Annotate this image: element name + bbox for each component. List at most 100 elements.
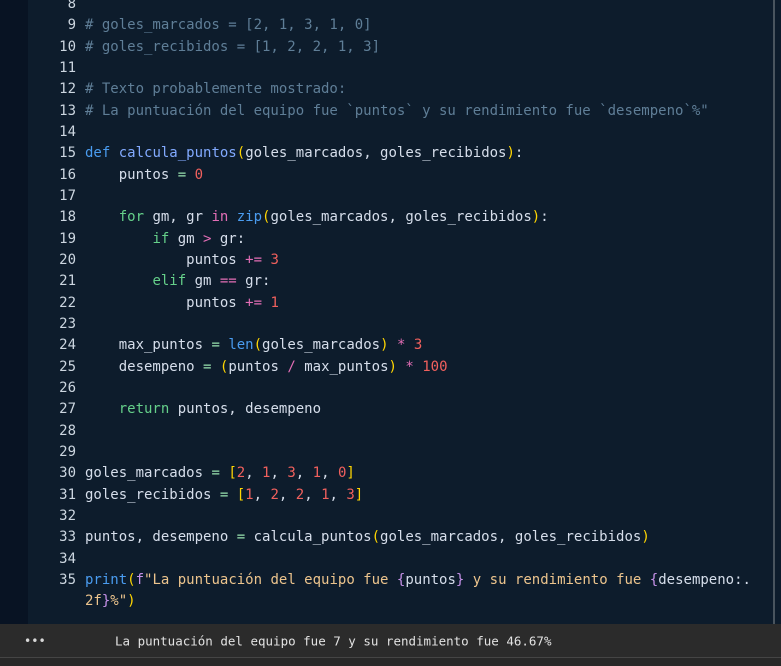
code-token: goles_marcados: [262, 337, 381, 354]
line-number: 17: [59, 187, 76, 204]
code-line[interactable]: 32: [0, 506, 781, 527]
code-line-content: puntos += 1: [85, 293, 279, 314]
code-line[interactable]: 29: [0, 442, 781, 463]
code-line[interactable]: 21 elif gm == gr:: [0, 271, 781, 292]
code-token: max_puntos: [295, 358, 389, 375]
code-token: in: [211, 209, 229, 226]
code-token: len: [228, 337, 254, 354]
code-token: :.: [734, 571, 751, 588]
code-token: ): [641, 529, 650, 546]
code-line[interactable]: 30 goles_marcados = [2, 1, 3, 1, 0]: [0, 463, 781, 484]
line-number: 28: [59, 422, 76, 439]
code-line[interactable]: 34: [0, 549, 781, 570]
output-options-ellipsis-icon[interactable]: •••: [24, 634, 46, 648]
code-token: ,: [278, 486, 296, 503]
code-line[interactable]: 15 def calcula_puntos(goles_marcados, gol…: [0, 143, 781, 164]
code-line[interactable]: 20 puntos += 3: [0, 250, 781, 271]
code-line[interactable]: 27 return puntos, desempeno: [0, 399, 781, 420]
code-token: goles_marcados: [85, 465, 212, 482]
code-token: [: [236, 486, 246, 503]
code-token: gm: [186, 273, 220, 290]
code-token: calcula_puntos: [245, 529, 372, 546]
code-token: =: [211, 337, 220, 354]
code-line[interactable]: 10 # goles_recibidos = [1, 2, 2, 1, 3]: [0, 37, 781, 58]
code-token: *: [405, 358, 414, 375]
line-number: 15: [59, 145, 76, 162]
code-line[interactable]: 11: [0, 58, 781, 79]
code-line-content: puntos += 3: [85, 250, 279, 271]
code-token: ,: [270, 465, 288, 482]
code-line-content: # Texto probablemente mostrado:: [85, 79, 346, 100]
code-token: +=: [245, 294, 263, 311]
code-line-content: elif gm == gr:: [85, 271, 270, 292]
code-line[interactable]: 28: [0, 421, 781, 442]
code-token: 2f: [85, 593, 102, 610]
code-token: ==: [219, 273, 237, 290]
code-token: [: [228, 465, 237, 482]
code-token: goles_marcados, goles_recibidos: [270, 209, 532, 226]
code-token: ,: [295, 465, 313, 482]
line-number: [0, 591, 76, 612]
code-line[interactable]: 22 puntos += 1: [0, 293, 781, 314]
code-token: desempeno: [85, 358, 204, 375]
code-line[interactable]: 17: [0, 186, 781, 207]
code-line-content: if gm > gr:: [85, 229, 245, 250]
code-line-content: goles_marcados = [2, 1, 3, 1, 0]: [85, 463, 355, 484]
line-number: 25: [59, 358, 76, 375]
code-line-content: puntos = 0: [85, 165, 203, 186]
cell-output-text: La puntuación del equipo fue 7 y su rend…: [115, 633, 552, 648]
code-token: puntos: [85, 251, 246, 268]
code-line[interactable]: 2f}%"): [0, 591, 781, 612]
code-line[interactable]: 26: [0, 378, 781, 399]
code-token: =: [177, 166, 187, 183]
code-token: :: [540, 209, 549, 226]
code-line-content: 2f}%"): [85, 591, 136, 612]
line-number: 14: [59, 123, 76, 140]
bottom-strip: [0, 658, 781, 666]
code-line[interactable]: 19 if gm > gr:: [0, 229, 781, 250]
code-token: 0: [194, 166, 204, 183]
code-token: (: [127, 571, 136, 588]
code-line[interactable]: 12 # Texto probablemente mostrado:: [0, 79, 781, 100]
code-token: puntos: [85, 166, 178, 183]
code-line[interactable]: 24 max_puntos = len(goles_marcados) * 3: [0, 335, 781, 356]
line-number: 20: [59, 251, 76, 268]
code-line[interactable]: 9 # goles_marcados = [2, 1, 3, 1, 0]: [0, 15, 781, 36]
code-line-content: return puntos, desempeno: [85, 399, 321, 420]
code-line[interactable]: 25 desempeno = (puntos / max_puntos) * 1…: [0, 357, 781, 378]
code-line[interactable]: 8: [0, 0, 781, 15]
code-line[interactable]: 31 goles_recibidos = [1, 2, 2, 1, 3]: [0, 485, 781, 506]
code-token: %": [110, 593, 128, 610]
code-token: ,: [253, 486, 271, 503]
code-line[interactable]: 18 for gm, gr in zip(goles_marcados, gol…: [0, 207, 781, 228]
code-token: ): [380, 337, 389, 354]
code-editor[interactable]: 8 9 # goles_marcados = [2, 1, 3, 1, 0] 10 # …: [0, 0, 781, 624]
code-line[interactable]: 23: [0, 314, 781, 335]
code-token: f: [135, 571, 145, 588]
code-line[interactable]: 35 print(f"La puntuación del equipo fue {…: [0, 570, 781, 591]
code-line-content: desempeno = (puntos / max_puntos) * 100: [85, 357, 448, 378]
code-token: desempeno: [658, 571, 735, 588]
line-number: 9: [67, 17, 76, 34]
code-token: ): [388, 358, 397, 375]
editor-scrollbar[interactable]: [773, 0, 775, 624]
code-token: ]: [354, 486, 364, 503]
code-token: {: [649, 571, 659, 588]
code-line[interactable]: 14: [0, 122, 781, 143]
code-token: /: [287, 358, 296, 375]
code-line[interactable]: 33 puntos, desempeno = calcula_puntos(gol…: [0, 527, 781, 548]
code-line[interactable]: 16 puntos = 0: [0, 165, 781, 186]
code-token: ): [531, 209, 541, 226]
code-line-content: max_puntos = len(goles_marcados) * 3: [85, 335, 423, 356]
line-number: 34: [59, 550, 76, 567]
code-token: 3: [270, 251, 279, 268]
code-token: ,: [329, 486, 347, 503]
code-line[interactable]: 13 # La puntuación del equipo fue `puntos…: [0, 101, 781, 122]
code-token: puntos: [405, 571, 456, 588]
code-line-content: goles_recibidos = [1, 2, 2, 1, 3]: [85, 485, 363, 506]
code-token: ): [506, 145, 515, 162]
